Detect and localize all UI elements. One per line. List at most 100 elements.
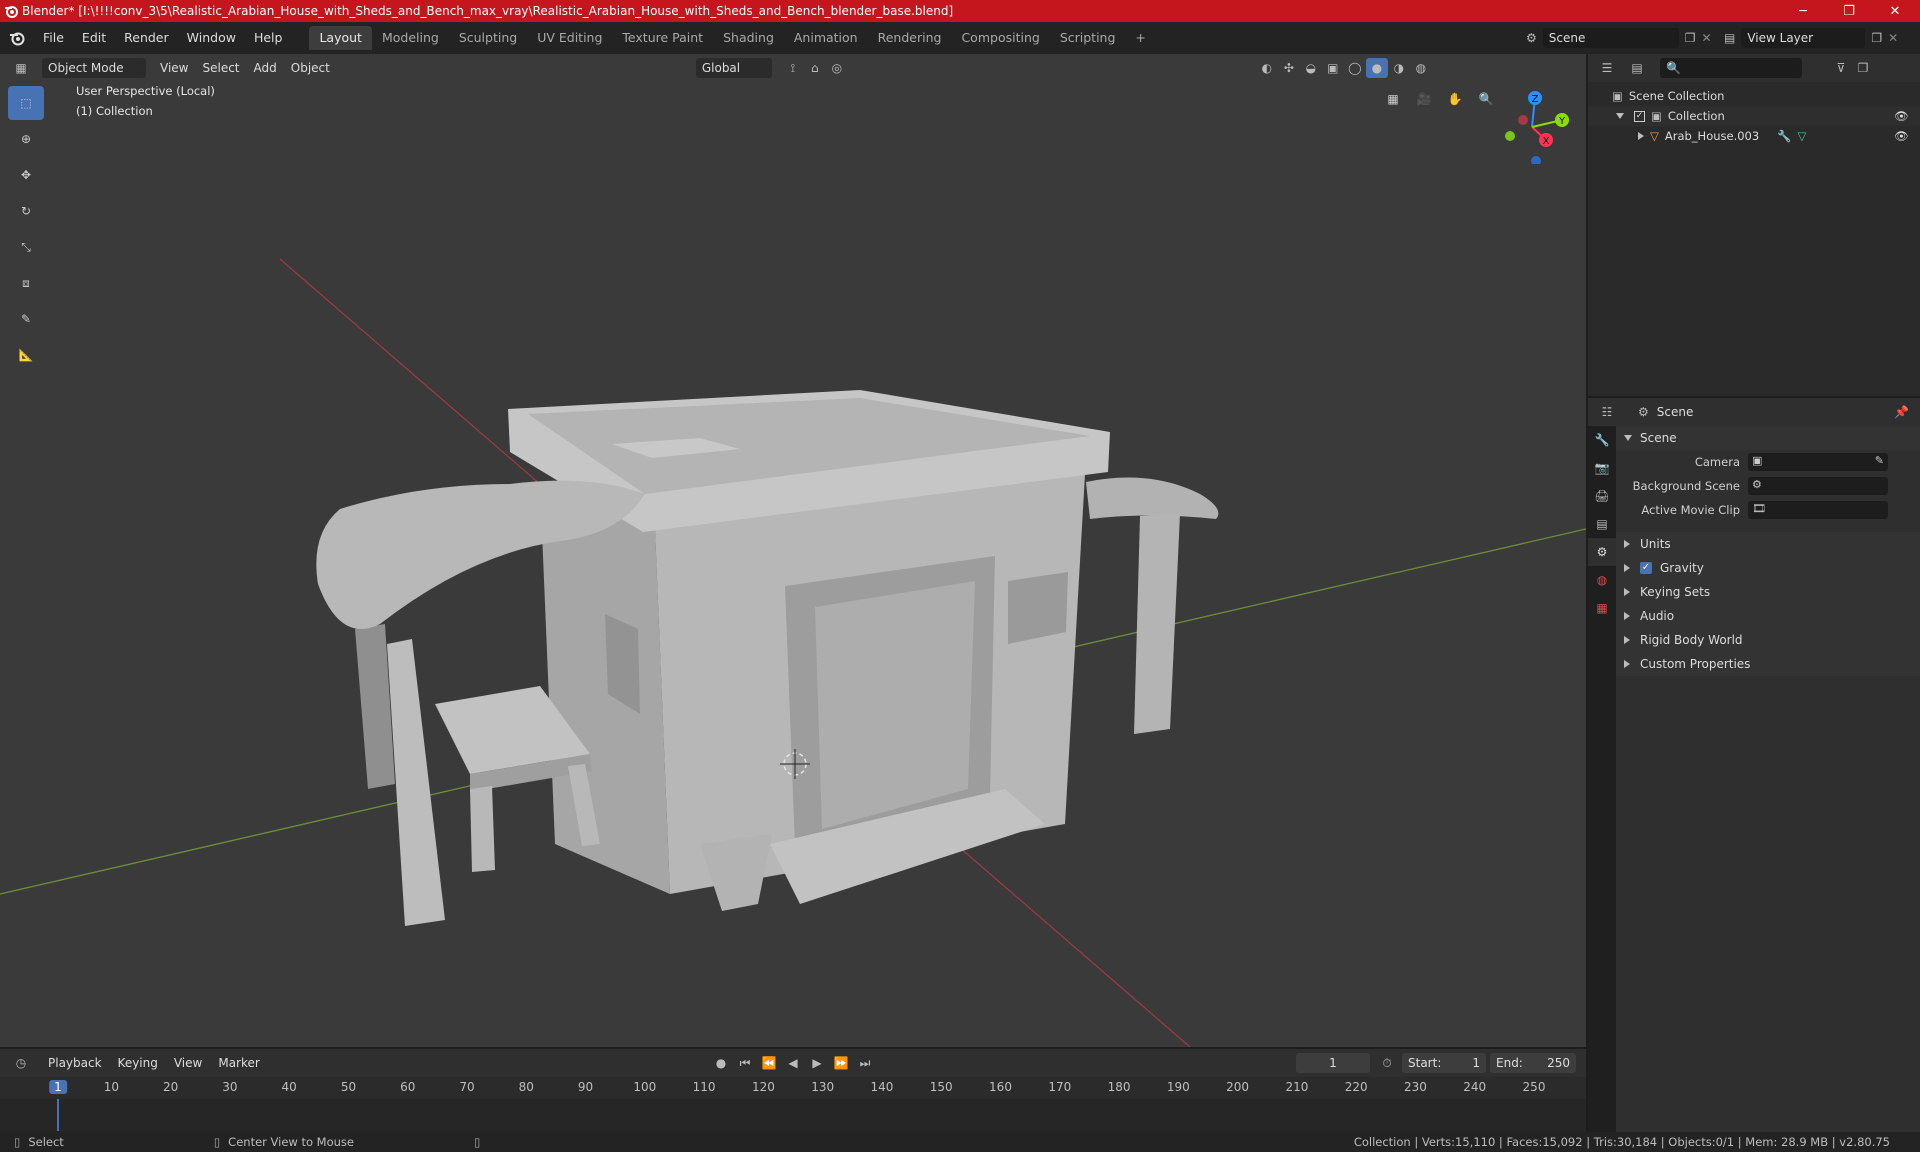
navigation-gizmo[interactable]: Z X Y [1492,84,1572,164]
wireframe-shading-icon[interactable]: ◯ [1344,58,1366,78]
overlay-toggle-icon[interactable]: ◒ [1300,58,1322,78]
tab-sculpting[interactable]: Sculpting [449,26,527,50]
rendered-shading-icon[interactable]: ◍ [1410,58,1432,78]
menu-object[interactable]: Object [285,58,336,78]
texture-tab-icon[interactable]: ▦ [1588,594,1616,622]
toggle-grid-icon[interactable]: ▦ [1380,86,1406,112]
start-frame-field[interactable]: Start: 1 [1402,1053,1486,1073]
gravity-panel[interactable]: ✓ Gravity [1616,556,1920,580]
remove-view-layer-icon[interactable]: ✕ [1888,31,1898,45]
outliner-row-scene-collection[interactable]: ▣ Scene Collection [1588,86,1920,106]
menu-help[interactable]: Help [245,22,292,54]
visibility-icon[interactable]: ◐ [1256,58,1278,78]
camera-view-icon[interactable]: 🎥 [1411,86,1437,112]
collection-eye-icon[interactable]: 👁 [1894,109,1909,123]
scene-panel-header[interactable]: Scene [1616,426,1920,450]
menu-select[interactable]: Select [196,58,245,78]
expand-units-icon[interactable] [1624,540,1630,548]
menu-keying[interactable]: Keying [112,1053,164,1073]
menu-window[interactable]: Window [178,22,245,54]
filter-icon[interactable]: ⊽ [1830,58,1852,78]
expand-collection-icon[interactable] [1616,113,1624,119]
scale-tool-icon[interactable]: ⤡ [8,230,44,264]
output-tab-icon[interactable]: 🖨 [1588,482,1616,510]
tab-shading[interactable]: Shading [713,26,784,50]
editor-type-icon[interactable]: ▦ [10,58,32,78]
next-keyframe-icon[interactable]: ⏩ [830,1053,852,1073]
close-window-button[interactable]: ✕ [1872,0,1918,22]
tab-modeling[interactable]: Modeling [372,26,449,50]
new-view-layer-icon[interactable]: ❐ [1871,31,1882,45]
collection-checkbox[interactable]: ✓ [1634,110,1645,122]
gizmo-toggle-icon[interactable]: ✣ [1278,58,1300,78]
scene-icon[interactable]: ⚙ [1526,31,1537,45]
eyedropper-icon[interactable]: ✎ [1875,454,1884,467]
view-layer-icon[interactable]: ▤ [1724,31,1735,45]
outliner-row-object[interactable]: ▽ Arab_House.003 🔧 ▽ 👁 [1588,126,1920,146]
new-scene-icon[interactable]: ❐ [1685,31,1696,45]
mode-dropdown[interactable]: Object Mode [42,58,146,78]
minimize-button[interactable]: ─ [1780,0,1826,22]
expand-object-icon[interactable] [1638,132,1644,140]
expand-keying-sets-icon[interactable] [1624,588,1630,596]
modifier-wrench-icon[interactable]: 🔧 [1777,129,1791,143]
custom-properties-panel[interactable]: Custom Properties [1616,652,1920,676]
record-icon[interactable]: ● [710,1053,732,1073]
menu-view[interactable]: View [154,58,194,78]
active-movie-clip-field[interactable]: 🎞 [1748,501,1888,519]
play-reverse-icon[interactable]: ◀ [782,1053,804,1073]
xray-icon[interactable]: ▣ [1322,58,1344,78]
tab-compositing[interactable]: Compositing [951,26,1049,50]
menu-marker[interactable]: Marker [212,1053,265,1073]
pan-view-icon[interactable]: ✋ [1442,86,1468,112]
transform-orientation-dropdown[interactable]: Global [695,58,772,78]
camera-field[interactable]: ▣ ✎ [1748,453,1888,471]
menu-add[interactable]: Add [248,58,283,78]
add-workspace-button[interactable]: + [1125,26,1155,50]
expand-audio-icon[interactable] [1624,612,1630,620]
playhead[interactable] [57,1099,59,1131]
display-mode-icon[interactable]: ▤ [1626,58,1648,78]
new-collection-icon[interactable]: ❐ [1852,58,1874,78]
scene-tab-icon[interactable]: ⚙ [1588,538,1616,566]
timeline-ruler[interactable]: 1 10 20 30 40 50 60 70 80 90 100 110 120 130 140 150 160… [0,1077,1586,1099]
pivot-point-icon[interactable]: ⟟ [782,58,804,78]
select-box-tool-icon[interactable]: ⬚ [8,86,44,120]
viewport-scene[interactable] [0,54,1586,1047]
tab-rendering[interactable]: Rendering [868,26,952,50]
object-eye-icon[interactable]: 👁 [1894,129,1909,143]
menu-view-timeline[interactable]: View [168,1053,208,1073]
view-layer-selector[interactable]: View Layer [1741,28,1866,48]
timeline-editor-type-icon[interactable]: ◷ [10,1053,32,1073]
play-icon[interactable]: ▶ [806,1053,828,1073]
stopwatch-icon[interactable]: ⏱ [1376,1053,1398,1073]
menu-file[interactable]: File [34,22,73,54]
mesh-data-icon[interactable]: ▽ [1798,129,1807,143]
blender-menu-icon[interactable] [0,30,34,46]
outliner-editor-type-icon[interactable]: ☰ [1596,58,1618,78]
tab-layout[interactable]: Layout [309,26,372,50]
jump-end-icon[interactable]: ⏭ [854,1053,876,1073]
measure-tool-icon[interactable]: 📐 [8,338,44,372]
pin-icon[interactable]: 📌 [1894,405,1909,419]
remove-scene-icon[interactable]: ✕ [1702,31,1712,45]
world-tab-icon[interactable]: ◍ [1588,566,1616,594]
menu-edit[interactable]: Edit [73,22,115,54]
end-frame-field[interactable]: End: 250 [1490,1053,1576,1073]
outliner-search-input[interactable]: 🔍 [1660,58,1802,78]
current-frame-field[interactable]: 1 [1296,1053,1370,1073]
rigid-body-world-panel[interactable]: Rigid Body World [1616,628,1920,652]
tab-animation[interactable]: Animation [784,26,868,50]
proportional-edit-icon[interactable]: ◎ [826,58,848,78]
snap-icon[interactable]: ⌂ [804,58,826,78]
3d-viewport[interactable]: ▦ Object Mode View Select Add Object Glo… [0,54,1586,1047]
audio-panel[interactable]: Audio [1616,604,1920,628]
expand-custom-properties-icon[interactable] [1624,660,1630,668]
prev-keyframe-icon[interactable]: ⏪ [758,1053,780,1073]
tool-tab-icon[interactable]: 🔧 [1588,426,1616,454]
render-tab-icon[interactable]: 📷 [1588,454,1616,482]
gravity-checkbox[interactable]: ✓ [1640,562,1652,574]
rotate-tool-icon[interactable]: ↻ [8,194,44,228]
maximize-button[interactable]: ❐ [1826,0,1872,22]
tab-texture-paint[interactable]: Texture Paint [612,26,713,50]
